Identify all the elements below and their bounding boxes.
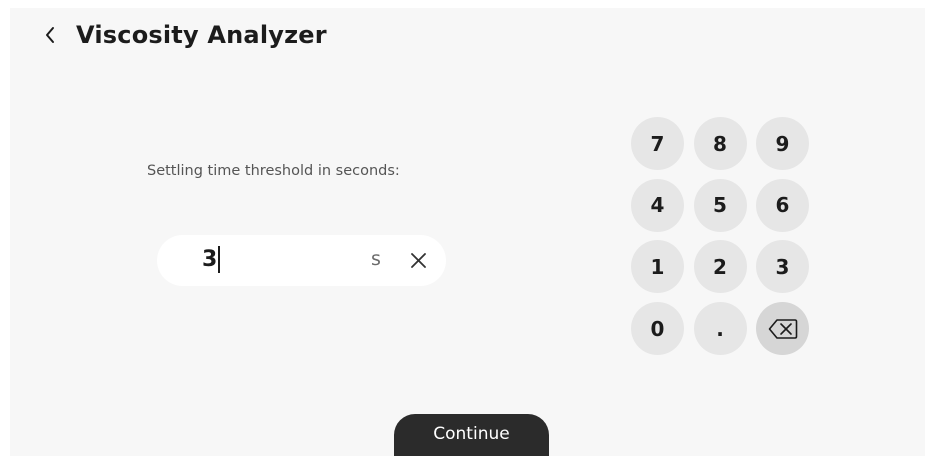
key-0[interactable]: 0 [631, 302, 684, 356]
key-8[interactable]: 8 [693, 117, 747, 170]
continue-button[interactable]: Continue [394, 414, 549, 456]
key-1[interactable]: 1 [631, 240, 684, 294]
chevron-left-icon [46, 27, 54, 43]
settling-time-input[interactable]: 3 s [157, 235, 446, 286]
key-5[interactable]: 5 [693, 178, 747, 232]
text-caret [218, 246, 220, 273]
header: Viscosity Analyzer [38, 18, 327, 52]
key-7[interactable]: 7 [631, 117, 684, 170]
input-value-wrapper: 3 [202, 246, 220, 273]
unit-label: s [371, 248, 381, 270]
key-decimal[interactable]: . [693, 302, 747, 356]
input-value: 3 [202, 247, 218, 272]
page-title: Viscosity Analyzer [76, 21, 327, 49]
backspace-key[interactable] [756, 302, 809, 356]
numeric-keypad: 7 8 9 4 5 6 1 2 3 0 . [631, 117, 809, 356]
key-2[interactable]: 2 [693, 240, 747, 294]
backspace-icon [768, 318, 797, 339]
field-prompt-label: Settling time threshold in seconds: [147, 163, 400, 179]
app-panel: Viscosity Analyzer Settling time thresho… [10, 8, 925, 456]
close-icon [410, 252, 426, 268]
back-button[interactable] [38, 20, 62, 50]
key-6[interactable]: 6 [756, 178, 809, 232]
key-9[interactable]: 9 [756, 117, 809, 170]
clear-input-button[interactable] [407, 249, 429, 271]
key-4[interactable]: 4 [631, 178, 684, 232]
key-3[interactable]: 3 [756, 240, 809, 294]
